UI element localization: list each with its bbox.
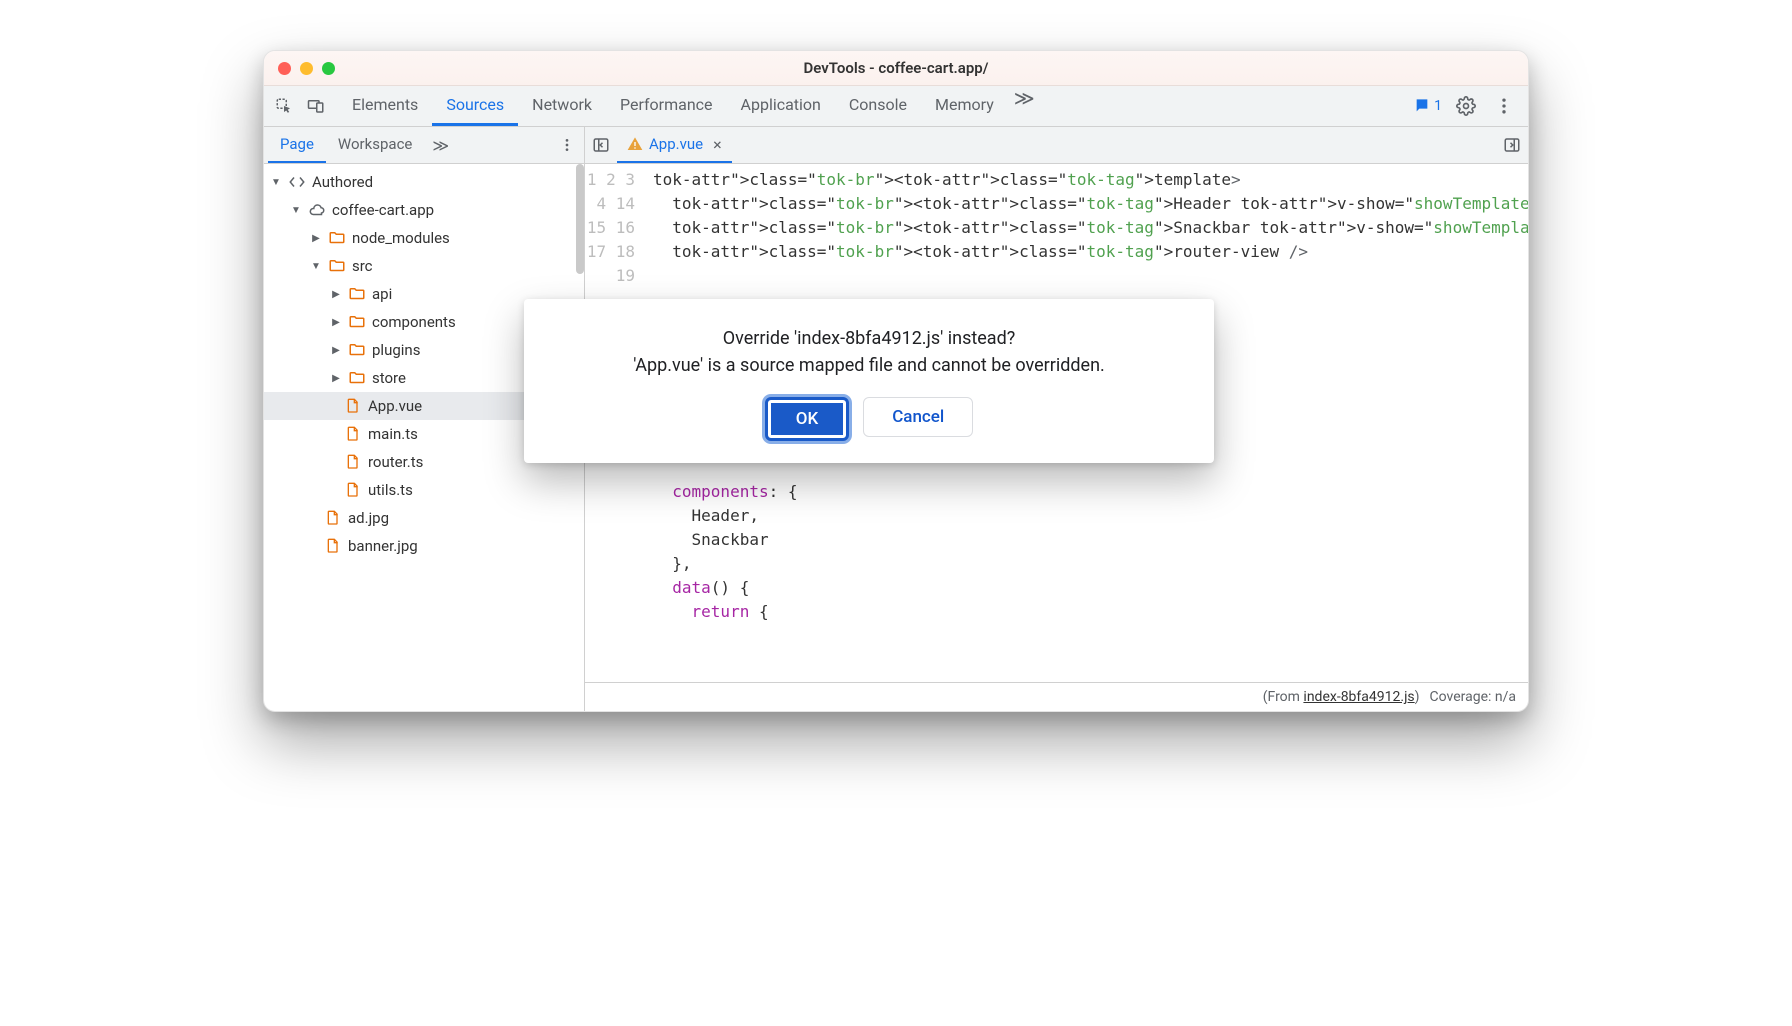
tree-domain-label: coffee-cart.app — [332, 201, 434, 219]
issues-count: 1 — [1434, 98, 1442, 114]
expand-arrow-icon: ▶ — [330, 289, 342, 300]
cancel-button[interactable]: Cancel — [863, 397, 973, 437]
override-confirm-dialog: Override 'index-8bfa4912.js' instead? 'A… — [524, 299, 1214, 463]
editor-tab-app-vue[interactable]: App.vue × — [617, 127, 732, 163]
tree-folder-label: components — [372, 313, 456, 331]
devtools-window: DevTools - coffee-cart.app/ Elements Sou… — [263, 50, 1529, 712]
tree-file-label: router.ts — [368, 453, 423, 471]
more-options-icon[interactable] — [1490, 96, 1518, 116]
tree-folder-src[interactable]: ▼ src — [264, 252, 584, 280]
expand-arrow-icon: ▶ — [330, 373, 342, 384]
folder-icon — [348, 369, 366, 387]
expand-arrow-icon: ▼ — [290, 205, 302, 216]
sidebar-tab-workspace[interactable]: Workspace — [326, 127, 424, 163]
file-icon — [324, 537, 342, 555]
tree-domain[interactable]: ▼ coffee-cart.app — [264, 196, 584, 224]
tree-file-label: main.ts — [368, 425, 418, 443]
authored-icon — [288, 173, 306, 191]
toggle-debugger-icon[interactable] — [1496, 127, 1528, 163]
panel-tabs-overflow[interactable]: ≫ — [1008, 86, 1041, 126]
tree-file-label: ad.jpg — [348, 509, 389, 527]
tree-folder-label: api — [372, 285, 392, 303]
tree-root-label: Authored — [312, 173, 373, 191]
device-toolbar-icon[interactable] — [300, 86, 332, 126]
source-map-from: (From index-8bfa4912.js) — [1263, 689, 1420, 705]
tree-folder-label: plugins — [372, 341, 420, 359]
ok-button[interactable]: OK — [765, 397, 849, 441]
file-icon — [344, 425, 362, 443]
tree-file-label: utils.ts — [368, 481, 413, 499]
expand-arrow-icon: ▶ — [330, 317, 342, 328]
tree-folder-node-modules[interactable]: ▶ node_modules — [264, 224, 584, 252]
panel-tabs: Elements Sources Network Performance App… — [338, 86, 1008, 126]
coverage-label: Coverage: n/a — [1430, 689, 1516, 705]
warning-icon — [627, 136, 643, 152]
inspect-element-icon[interactable] — [268, 86, 300, 126]
file-icon — [344, 481, 362, 499]
sidebar-tab-page[interactable]: Page — [268, 127, 326, 163]
expand-arrow-icon: ▼ — [310, 261, 322, 272]
file-icon — [344, 453, 362, 471]
panel-tabs-toolbar: Elements Sources Network Performance App… — [264, 86, 1528, 127]
window-title: DevTools - coffee-cart.app/ — [264, 59, 1528, 77]
sidebar-tabs: Page Workspace ≫ — [264, 127, 584, 164]
close-tab-icon[interactable]: × — [713, 135, 722, 154]
folder-icon — [328, 257, 346, 275]
dialog-line-2: 'App.vue' is a source mapped file and ca… — [544, 352, 1194, 379]
tree-root-authored[interactable]: ▼ Authored — [264, 168, 584, 196]
tree-file-ad-jpg[interactable]: ad.jpg — [264, 504, 584, 532]
expand-arrow-icon: ▼ — [270, 177, 282, 188]
editor-statusbar: (From index-8bfa4912.js) Coverage: n/a — [585, 682, 1528, 711]
tree-file-label: banner.jpg — [348, 537, 418, 555]
tab-application[interactable]: Application — [727, 86, 835, 126]
editor-tabs: App.vue × — [585, 127, 1528, 164]
file-icon — [324, 509, 342, 527]
folder-icon — [348, 341, 366, 359]
tree-folder-label: store — [372, 369, 406, 387]
cloud-icon — [308, 201, 326, 219]
expand-arrow-icon: ▶ — [310, 233, 322, 244]
folder-icon — [348, 313, 366, 331]
folder-icon — [328, 229, 346, 247]
tree-file-label: App.vue — [368, 397, 422, 415]
file-icon — [344, 397, 362, 415]
dialog-line-1: Override 'index-8bfa4912.js' instead? — [544, 325, 1194, 352]
expand-arrow-icon: ▶ — [330, 345, 342, 356]
tab-network[interactable]: Network — [518, 86, 606, 126]
tab-elements[interactable]: Elements — [338, 86, 432, 126]
sidebar-tabs-overflow[interactable]: ≫ — [424, 127, 457, 163]
settings-icon[interactable] — [1452, 96, 1480, 116]
tab-memory[interactable]: Memory — [921, 86, 1008, 126]
titlebar: DevTools - coffee-cart.app/ — [264, 51, 1528, 86]
toggle-navigator-icon[interactable] — [585, 127, 617, 163]
tree-scrollbar[interactable] — [576, 164, 584, 274]
issues-badge[interactable]: 1 — [1414, 98, 1442, 114]
dialog-message: Override 'index-8bfa4912.js' instead? 'A… — [544, 325, 1194, 379]
tree-file-utils-ts[interactable]: utils.ts — [264, 476, 584, 504]
tab-performance[interactable]: Performance — [606, 86, 727, 126]
sidebar-more-icon[interactable] — [554, 127, 580, 163]
editor-tab-label: App.vue — [649, 135, 703, 153]
source-map-link[interactable]: index-8bfa4912.js — [1303, 689, 1414, 705]
tab-console[interactable]: Console — [835, 86, 921, 126]
tab-sources[interactable]: Sources — [432, 86, 518, 126]
tree-file-banner-jpg[interactable]: banner.jpg — [264, 532, 584, 560]
folder-icon — [348, 285, 366, 303]
tree-folder-label: src — [352, 257, 373, 275]
tree-folder-label: node_modules — [352, 229, 450, 247]
